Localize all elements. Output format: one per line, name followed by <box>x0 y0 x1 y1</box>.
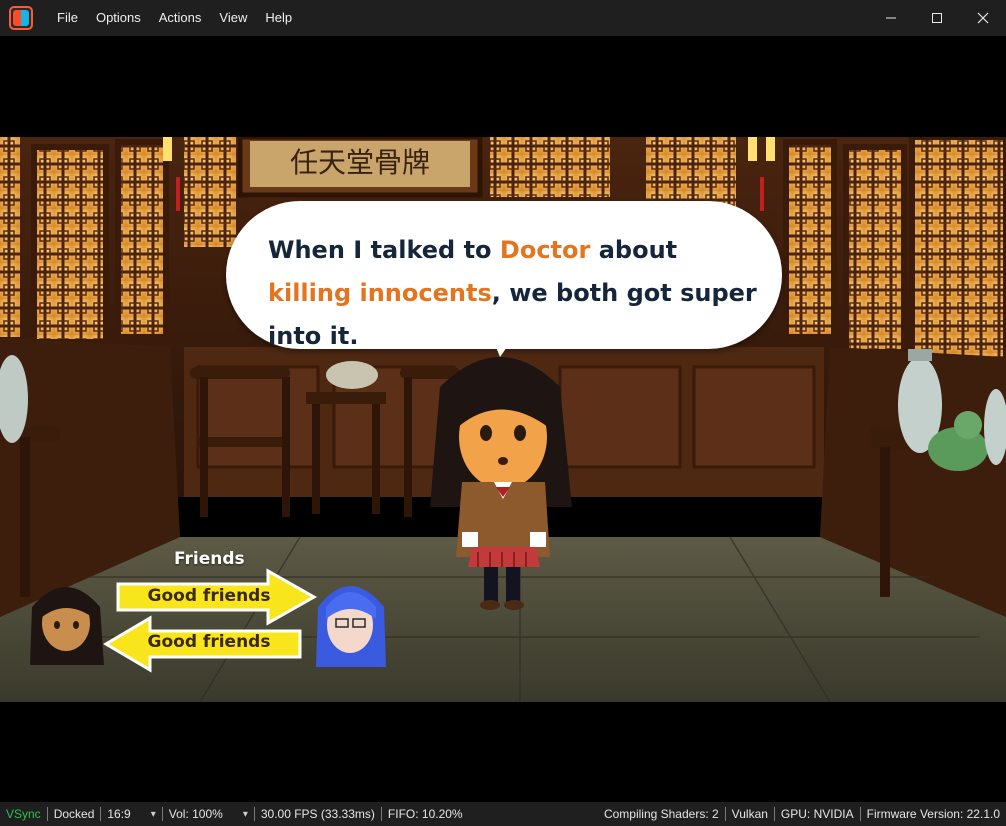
firmware-status: Firmware Version: 22.1.0 <box>866 807 1000 821</box>
app-icon <box>9 6 33 30</box>
shader-status: Compiling Shaders: 2 <box>603 807 719 821</box>
maximize-button[interactable] <box>914 0 960 36</box>
portrait-right <box>316 586 386 667</box>
game-viewport[interactable]: 任天堂骨牌 When I talked to Doctor about kill… <box>0 36 1006 802</box>
fps-status: 30.00 FPS (33.33ms) <box>260 807 375 821</box>
dialogue-part-2: about <box>590 236 678 264</box>
menu-options[interactable]: Options <box>87 0 150 36</box>
minimize-icon <box>886 17 896 19</box>
dialogue-highlight-doctor: Doctor <box>499 236 591 264</box>
backend-status: Vulkan <box>731 807 768 821</box>
relationship-left-to-right: Good friends <box>147 586 271 606</box>
close-button[interactable] <box>960 0 1006 36</box>
status-bar: VSync Docked 16:9 ▾ Vol: 100% ▾ 30.00 FP… <box>0 802 1006 826</box>
menu-help[interactable]: Help <box>256 0 301 36</box>
hall-sign-text: 任天堂骨牌 <box>290 146 430 179</box>
status-right-group: Compiling Shaders: 2 Vulkan GPU: NVIDIA … <box>598 807 1006 821</box>
dialogue-highlight-killing: killing innocents <box>268 279 492 307</box>
dialogue-part-1: When I talked to <box>268 236 500 264</box>
menu-view[interactable]: View <box>210 0 256 36</box>
aspect-ratio-status[interactable]: 16:9 <box>101 807 136 821</box>
relationship-right-to-left: Good friends <box>147 632 271 652</box>
title-bar: File Options Actions View Help <box>0 0 1006 36</box>
chevron-down-icon[interactable]: ▾ <box>229 809 254 820</box>
dock-mode-status[interactable]: Docked <box>48 807 101 821</box>
chevron-down-icon[interactable]: ▾ <box>137 809 162 820</box>
relationship-title: Friends <box>174 549 245 569</box>
gpu-status: GPU: NVIDIA <box>780 807 854 821</box>
menu-bar: File Options Actions View Help <box>48 0 301 36</box>
fifo-status: FIFO: 10.20% <box>387 807 463 821</box>
maximize-icon <box>932 13 942 23</box>
minimize-button[interactable] <box>868 0 914 36</box>
window-controls <box>868 0 1006 36</box>
volume-status[interactable]: Vol: 100% <box>163 807 229 821</box>
game-scene: 任天堂骨牌 When I talked to Doctor about kill… <box>0 137 1006 702</box>
dialogue-text: When I talked to Doctor about killing in… <box>268 229 768 358</box>
vsync-status[interactable]: VSync <box>0 807 47 821</box>
menu-file[interactable]: File <box>48 0 87 36</box>
menu-actions[interactable]: Actions <box>150 0 211 36</box>
close-icon <box>977 12 989 24</box>
